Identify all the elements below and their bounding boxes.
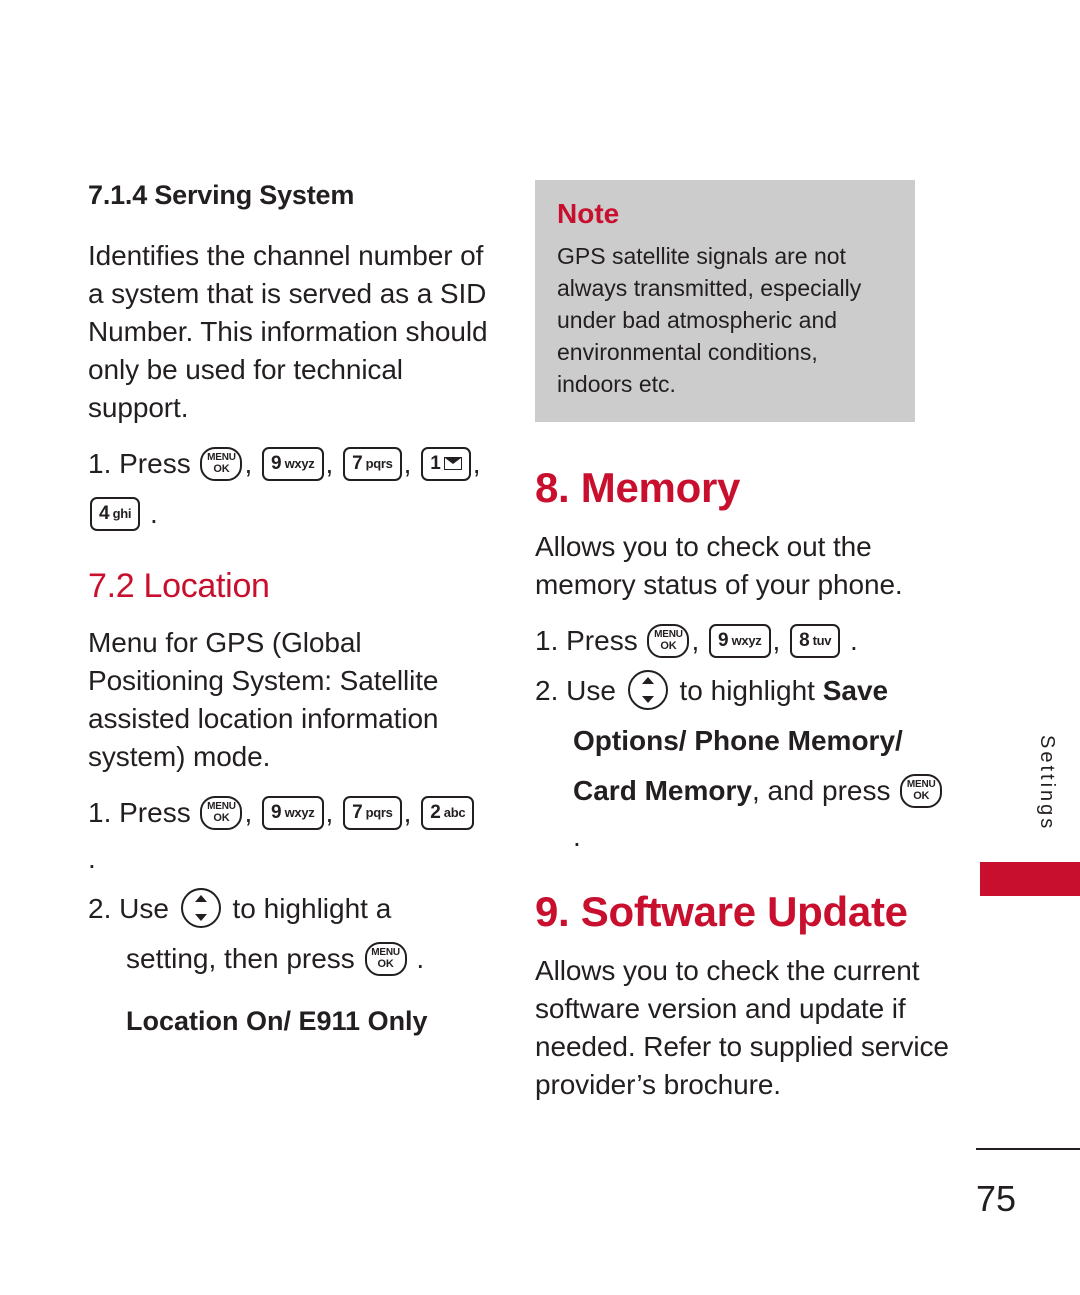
section-heading-software-update: 9. Software Update xyxy=(535,888,908,935)
key-7-letters: pqrs xyxy=(365,455,393,471)
memory-options-line-3: Card Memory, and press MENU OK . xyxy=(535,768,955,860)
key-9-letters: wxyz xyxy=(284,455,315,471)
key-9-icon: 9 wxyz xyxy=(709,623,771,658)
note-box: Note GPS satellite signals are not alway… xyxy=(535,180,915,422)
page-number: 75 xyxy=(976,1178,1017,1219)
step-prefix: 1. Press xyxy=(535,625,638,656)
key-9-number: 9 xyxy=(718,629,729,651)
side-tab-label: Settings xyxy=(1036,735,1058,832)
key-7-number: 7 xyxy=(352,452,363,474)
serving-system-step-1-cont: 4 ghi . xyxy=(88,491,488,537)
key-menu-ok-icon: MENU OK xyxy=(647,623,690,658)
left-column: 7.1.4 Serving System Identifies the chan… xyxy=(88,180,488,1048)
key-menu-label: MENU xyxy=(906,778,936,790)
key-9-icon: 9 wxyz xyxy=(262,795,324,830)
key-ok-label: OK xyxy=(377,957,394,970)
key-7-number: 7 xyxy=(352,801,363,823)
key-8-icon: 8 tuv xyxy=(790,623,841,658)
navigation-key-icon xyxy=(627,669,668,710)
key-ok-label: OK xyxy=(213,462,230,475)
side-tab-marker xyxy=(980,862,1080,896)
key-1-icon: 1 xyxy=(421,446,471,481)
section-heading-serving-system: 7.1.4 Serving System xyxy=(88,180,355,210)
key-9-letters: wxyz xyxy=(731,632,762,648)
key-ok-label: OK xyxy=(913,789,930,802)
key-4-letters: ghi xyxy=(112,505,132,521)
manual-page: 7.1.4 Serving System Identifies the chan… xyxy=(0,0,1080,1295)
step-text-tail: , and press xyxy=(751,775,891,806)
memory-option-save: Save xyxy=(822,675,889,706)
step-text: to highlight xyxy=(679,675,815,706)
location-step-2-cont: setting, then press MENU OK . xyxy=(126,941,425,976)
note-title: Note xyxy=(557,198,620,229)
key-1-number: 1 xyxy=(430,452,441,474)
navigation-key-icon xyxy=(180,887,221,928)
key-menu-ok-icon: MENU OK xyxy=(200,795,243,830)
memory-step-1: 1. Press MENU OK , 9 wxyz , 8 tuv . xyxy=(535,623,858,658)
location-step-2: 2. Use to highlight a xyxy=(88,886,488,932)
key-menu-label: MENU xyxy=(207,800,236,812)
key-menu-ok-icon: MENU OK xyxy=(364,941,407,976)
memory-step-2: 2. Use to highlight Save xyxy=(535,668,955,714)
step-text: to highlight a xyxy=(232,893,392,924)
serving-system-step-1: 1. Press MENU OK , 9 wxyz , 7 pqrs , 1 , xyxy=(88,446,481,481)
key-9-number: 9 xyxy=(271,801,282,823)
software-update-paragraph: Allows you to check the current software… xyxy=(535,955,949,1100)
step-prefix: 1. Press xyxy=(88,797,191,828)
step-prefix: 2. Use xyxy=(88,893,169,924)
key-7-icon: 7 pqrs xyxy=(343,446,402,481)
voicemail-icon xyxy=(443,457,462,471)
key-8-letters: tuv xyxy=(812,632,832,648)
key-menu-ok-icon: MENU OK xyxy=(900,773,943,808)
key-ok-label: OK xyxy=(660,639,677,652)
section-heading-location: 7.2 Location xyxy=(88,567,270,605)
key-9-number: 9 xyxy=(271,452,282,474)
step-prefix: 2. Use xyxy=(535,675,616,706)
memory-option-card-memory: Card Memory xyxy=(573,775,752,806)
key-9-icon: 9 wxyz xyxy=(262,446,324,481)
step-text: setting, then press xyxy=(126,943,355,974)
note-body: GPS satellite signals are not always tra… xyxy=(557,243,862,397)
key-menu-label: MENU xyxy=(371,946,400,958)
key-9-letters: wxyz xyxy=(284,804,315,820)
key-8-number: 8 xyxy=(799,629,810,651)
key-2-number: 2 xyxy=(430,801,441,823)
step-prefix: 1. Press xyxy=(88,448,191,479)
key-ok-label: OK xyxy=(213,811,230,824)
page-number-rule xyxy=(976,1148,1080,1150)
key-4-number: 4 xyxy=(99,502,110,524)
key-7-letters: pqrs xyxy=(365,804,393,820)
key-menu-ok-icon: MENU OK xyxy=(200,446,243,481)
key-7-icon: 7 pqrs xyxy=(343,795,402,830)
location-step-1: 1. Press MENU OK , 9 wxyz , 7 pqrs , 2 abc … xyxy=(88,790,488,882)
key-4-icon: 4 ghi xyxy=(90,496,141,531)
key-2-letters: abc xyxy=(443,804,466,820)
location-paragraph: Menu for GPS (Global Positioning System:… xyxy=(88,627,439,772)
right-column: Note GPS satellite signals are not alway… xyxy=(535,180,955,1118)
location-options-list: Location On/ E911 Only xyxy=(126,1006,428,1036)
section-heading-memory: 8. Memory xyxy=(535,464,741,511)
key-menu-label: MENU xyxy=(654,628,683,640)
key-menu-label: MENU xyxy=(207,451,236,463)
memory-options-line-2: Options/ Phone Memory/ xyxy=(573,725,903,756)
serving-system-paragraph: Identifies the channel number of a syste… xyxy=(88,240,488,423)
memory-paragraph: Allows you to check out the memory statu… xyxy=(535,531,903,600)
key-2-icon: 2 abc xyxy=(421,795,475,830)
